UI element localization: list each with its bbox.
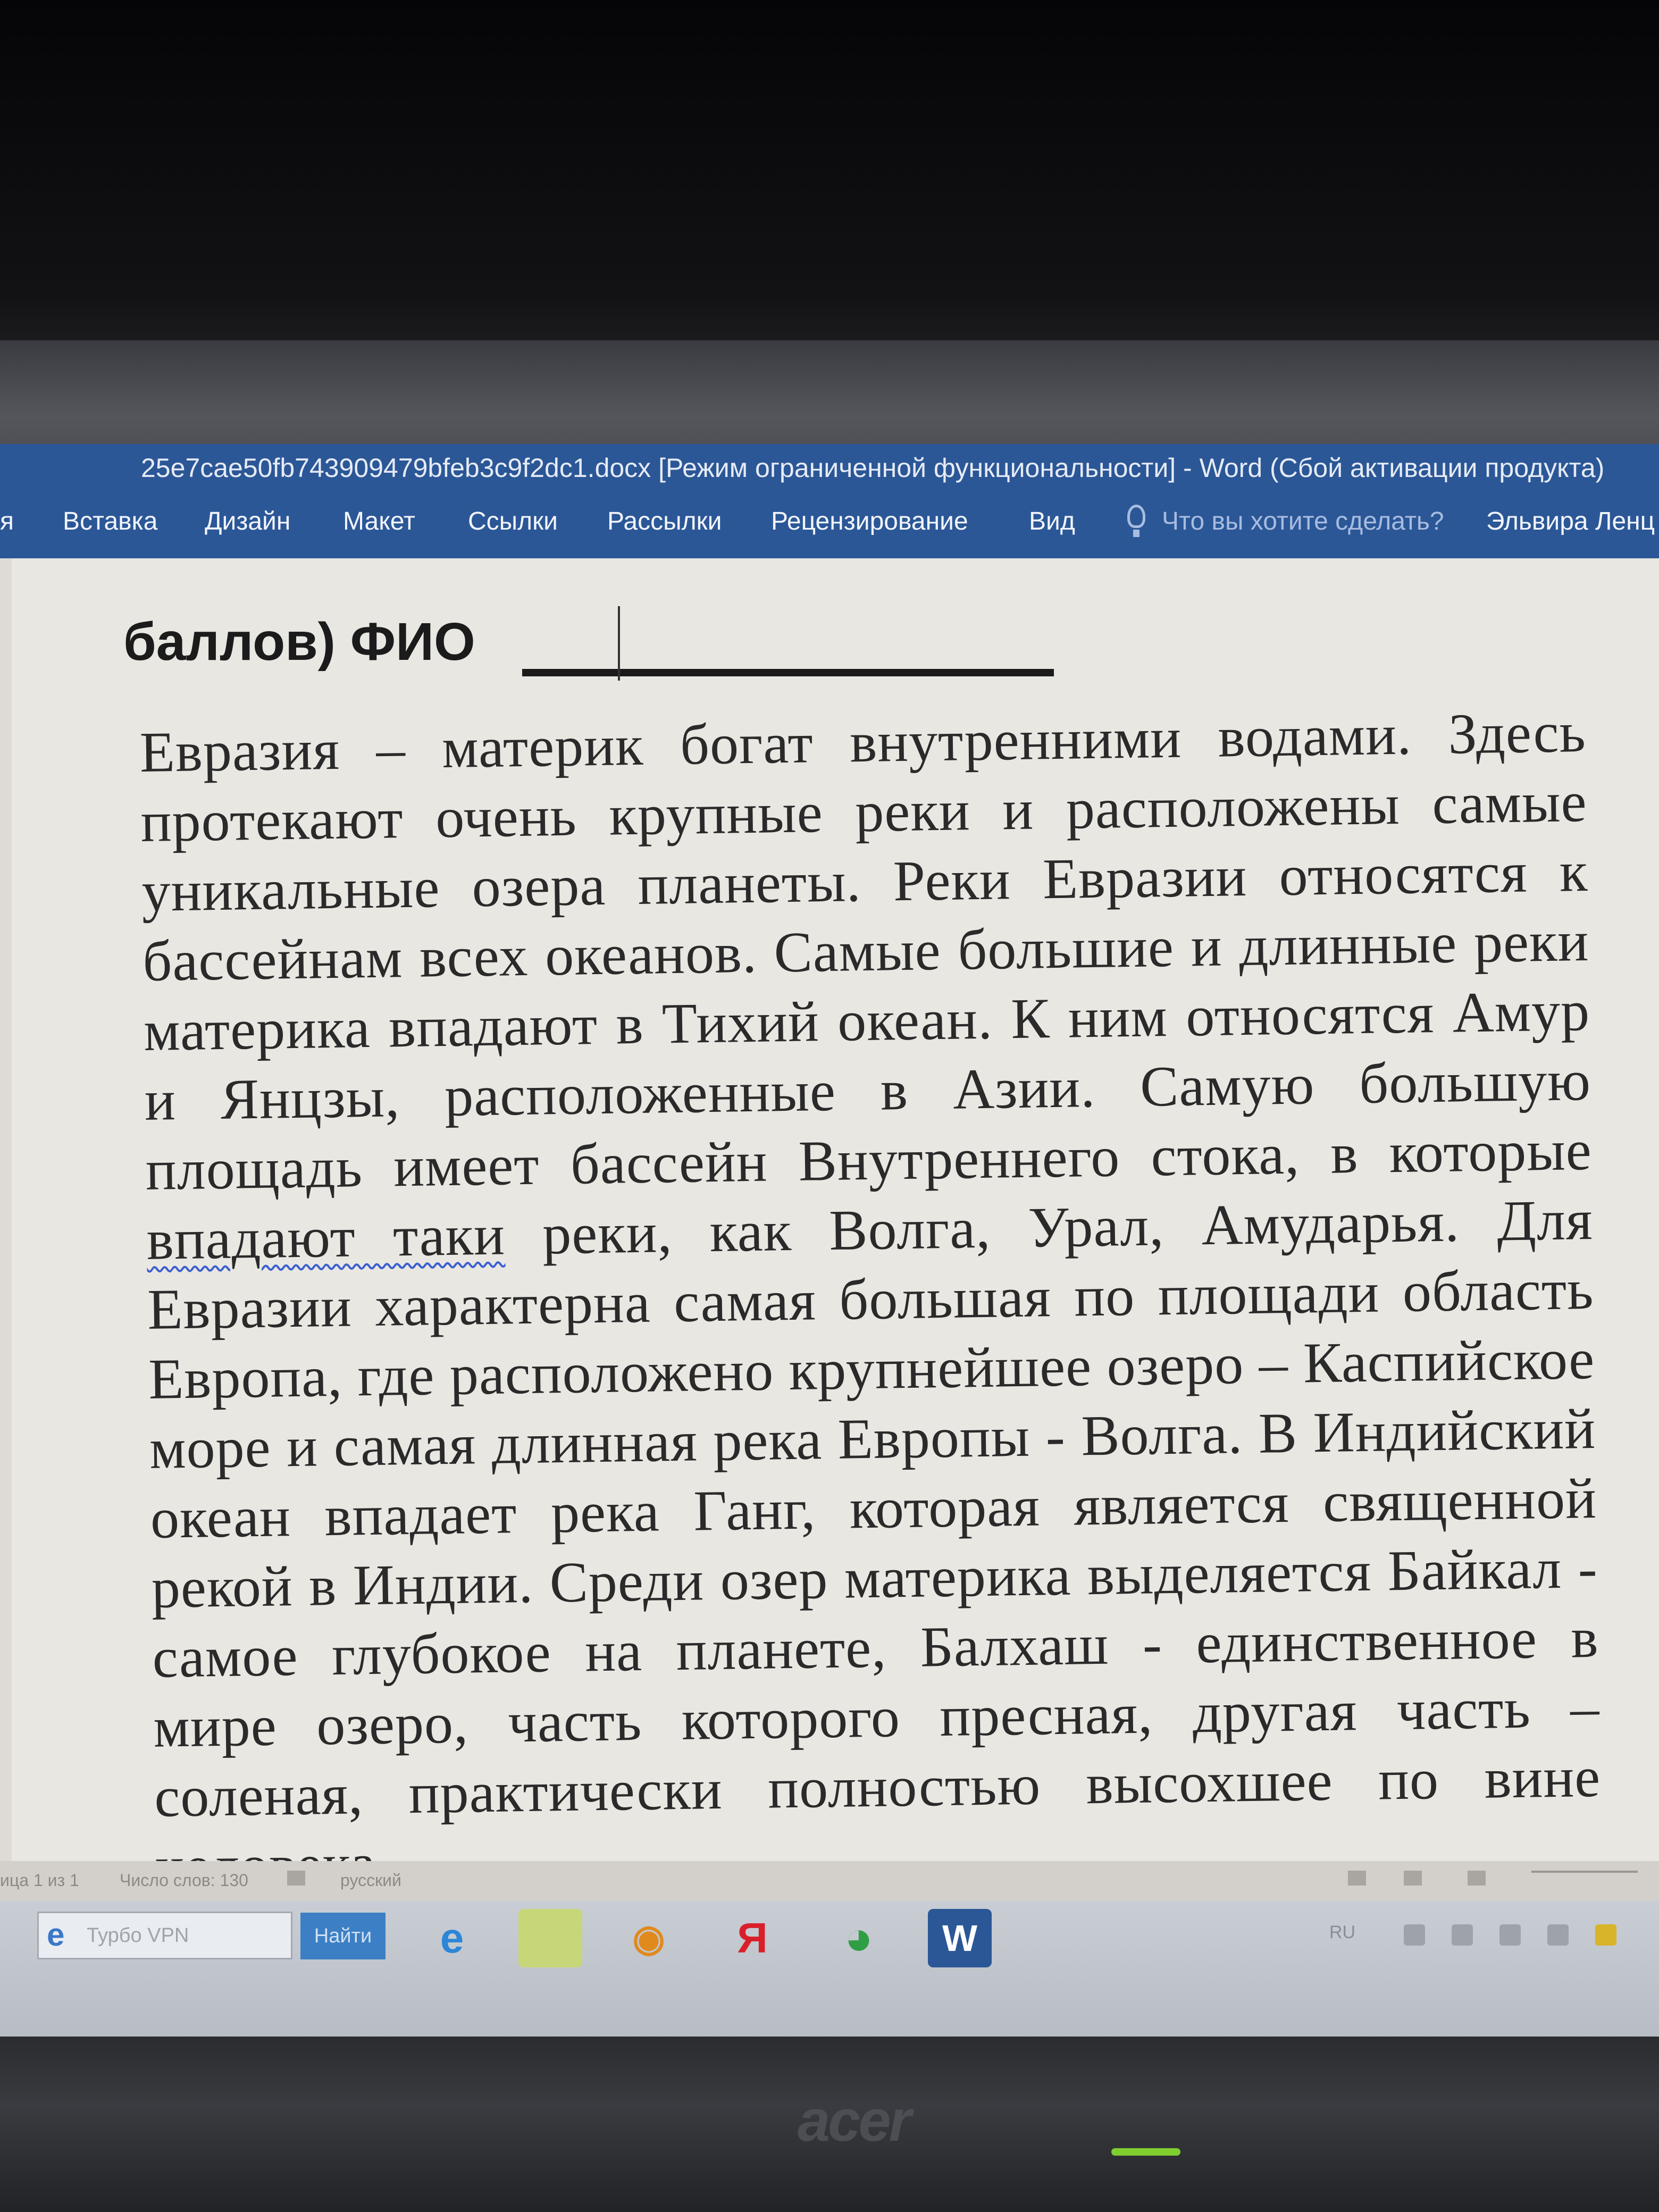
body-text-part2: реки, как Волга, Урал, Амударья. Для Евр… [147, 1188, 1601, 1899]
lightbulb-icon [1127, 505, 1145, 537]
page-count[interactable]: ица 1 из 1 [0, 1871, 79, 1890]
search-button[interactable]: Найти [300, 1913, 386, 1959]
word-app-icon[interactable]: W [928, 1909, 992, 1967]
word-count[interactable]: Число слов: 130 [120, 1871, 248, 1890]
volume-icon[interactable] [1547, 1924, 1569, 1946]
name-blank-line [522, 669, 1054, 676]
tab-partial[interactable]: я [0, 507, 14, 536]
window-title: 25e7cae50fb743909479bfeb3c9f2dc1.docx [Р… [141, 453, 1605, 483]
monitor-brand-logo: acer [798, 2088, 911, 2154]
tab-insert[interactable]: Вставка [63, 507, 157, 536]
tab-references[interactable]: Ссылки [468, 507, 558, 536]
proofing-icon[interactable] [287, 1871, 305, 1886]
body-text-part1: Евразия – материк богат внутренними вода… [139, 701, 1593, 1202]
network-icon[interactable] [1499, 1924, 1521, 1946]
yandex-browser-icon[interactable]: Я [720, 1909, 784, 1967]
keyboard-language[interactable]: RU [1329, 1922, 1355, 1943]
document-body[interactable]: Евразия – материк богат внутренними вода… [139, 698, 1602, 1902]
windows-explorer-icon[interactable] [518, 1909, 582, 1967]
title-bar: 25e7cae50fb743909479bfeb3c9f2dc1.docx [Р… [0, 444, 1659, 492]
taskbar-search-input[interactable]: Турбо VPN [37, 1912, 292, 1959]
ribbon-tabs: я Вставка Дизайн Макет Ссылки Рассылки Р… [0, 492, 1659, 558]
system-tray: RU [1329, 1917, 1627, 1954]
tab-design[interactable]: Дизайн [205, 507, 290, 536]
action-center-icon[interactable] [1452, 1924, 1473, 1946]
read-mode-icon[interactable] [1348, 1871, 1366, 1886]
tab-mailings[interactable]: Рассылки [607, 507, 722, 536]
room-background [0, 0, 1659, 346]
notification-icon[interactable] [1595, 1924, 1616, 1946]
internet-explorer-icon[interactable]: e [420, 1909, 484, 1967]
tab-review[interactable]: Рецензирование [771, 507, 968, 536]
power-led [1111, 2148, 1180, 2156]
media-player-icon[interactable]: ◉ [617, 1909, 681, 1967]
zoom-slider[interactable] [1531, 1871, 1638, 1873]
tray-arrow-icon[interactable] [1404, 1924, 1425, 1946]
taskbar: Турбо VPN e Найти e ◉ Я ◕ W RU [0, 1901, 1659, 2037]
language-indicator[interactable]: русский [340, 1871, 401, 1890]
text-cursor [618, 606, 620, 681]
status-bar: ица 1 из 1 Число слов: 130 русский [0, 1861, 1659, 1901]
document-header: баллов) ФИО [123, 612, 475, 672]
document-page[interactable]: баллов) ФИО Евразия – материк богат внут… [12, 558, 1659, 1899]
user-name[interactable]: Эльвира Ленц [1486, 507, 1655, 536]
browser-e-icon: e [47, 1917, 65, 1953]
spelling-error[interactable]: впадают таки [146, 1203, 506, 1271]
tell-me-search[interactable]: Что вы хотите сделать? [1162, 507, 1444, 536]
print-layout-icon[interactable] [1404, 1871, 1422, 1886]
screen: 25e7cae50fb743909479bfeb3c9f2dc1.docx [Р… [0, 444, 1659, 2037]
document-area: баллов) ФИО Евразия – материк богат внут… [0, 558, 1659, 1899]
tab-view[interactable]: Вид [1029, 507, 1075, 536]
web-layout-icon[interactable] [1468, 1871, 1486, 1886]
chrome-icon[interactable]: ◕ [827, 1909, 891, 1967]
tab-layout[interactable]: Макет [343, 507, 415, 536]
